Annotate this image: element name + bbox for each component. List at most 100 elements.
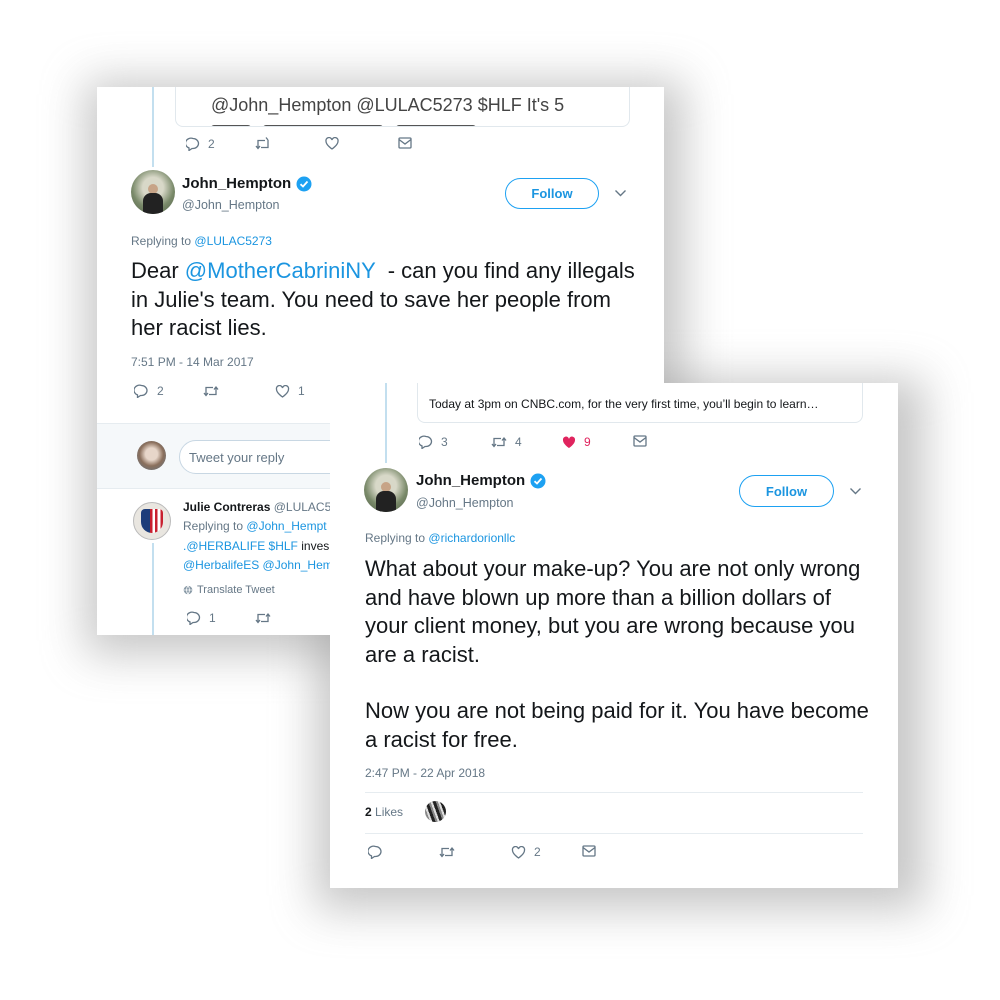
replying-to: Replying to @richardorionllc: [365, 531, 515, 545]
follow-button[interactable]: Follow: [739, 475, 834, 507]
quoted-tweet[interactable]: @John_Hempton @LULAC5273 $HLF It's 5: [175, 87, 630, 127]
tweet-timestamp[interactable]: 2:47 PM - 22 Apr 2018: [365, 766, 485, 780]
reply-icon: [368, 845, 382, 859]
replying-to-label: Replying to: [131, 234, 192, 248]
quoted-tweet-text: @John_Hempton @LULAC5273 $HLF It's 5: [211, 95, 565, 115]
thread-line: [152, 87, 154, 167]
tweet-card-2018: Today at 3pm on CNBC.com, for the very f…: [330, 383, 898, 888]
translate-tweet-label: Translate Tweet: [197, 584, 275, 596]
retweet-icon: [439, 846, 455, 858]
heart-icon: [511, 845, 526, 859]
verified-badge-icon: [296, 176, 312, 191]
author-name-row: John_Hempton: [182, 175, 312, 192]
like-count: 2: [534, 845, 541, 859]
reply-button[interactable]: 3: [419, 435, 448, 449]
retweet-button[interactable]: 4: [491, 435, 522, 449]
like-button[interactable]: 2: [511, 845, 541, 859]
reply-icon: [186, 137, 200, 151]
reply-button[interactable]: [368, 845, 383, 859]
reply-count: 1: [209, 611, 216, 625]
like-button[interactable]: [325, 137, 339, 150]
tweet-text-paragraph-2: Now you are not being paid for it. You h…: [365, 698, 869, 752]
retweet-count: 4: [515, 435, 522, 449]
reply-actions: 1: [187, 611, 287, 633]
author-handle: @John_Hempton: [182, 198, 280, 212]
direct-message-button[interactable]: [582, 845, 596, 857]
liker-avatar[interactable]: [425, 801, 446, 822]
retweet-button[interactable]: [439, 845, 455, 859]
retweet-button[interactable]: [255, 611, 271, 625]
reply-author-name[interactable]: Julie Contreras: [183, 500, 270, 514]
author-name[interactable]: John_Hempton: [182, 175, 291, 192]
quoted-tweet[interactable]: Today at 3pm on CNBC.com, for the very f…: [417, 383, 863, 423]
reply-button[interactable]: 1: [187, 611, 216, 625]
thread-line: [385, 383, 387, 463]
author-avatar[interactable]: [364, 468, 408, 512]
tweet-timestamp[interactable]: 7:51 PM - 14 Mar 2017: [131, 355, 254, 369]
author-avatar[interactable]: [131, 170, 175, 214]
reply-author-avatar[interactable]: [133, 502, 171, 540]
reply-text-line1: .@HERBALIFE $HLF inves: [183, 539, 329, 553]
likes-label: Likes: [375, 805, 404, 819]
follow-button[interactable]: Follow: [505, 178, 599, 209]
globe-icon: [183, 585, 193, 595]
reply-button[interactable]: 2: [186, 137, 215, 151]
reply-count: 2: [157, 384, 164, 398]
likes-summary[interactable]: 2 Likes: [365, 805, 403, 819]
chevron-down-icon[interactable]: [849, 487, 862, 495]
reply-icon: [419, 435, 433, 449]
thread-line: [152, 543, 154, 635]
retweet-icon: [255, 612, 271, 624]
reply-button[interactable]: 2: [134, 384, 164, 398]
divider: [365, 792, 863, 793]
replying-to: Replying to @LULAC5273: [131, 234, 272, 248]
envelope-icon: [582, 845, 596, 857]
reply-replying-to: Replying to @John_Hempt: [183, 519, 327, 533]
divider: [365, 833, 863, 834]
retweet-button[interactable]: [255, 137, 271, 151]
mention-link[interactable]: @MotherCabriniNY: [185, 258, 376, 283]
like-button[interactable]: 9: [562, 435, 591, 449]
author-name[interactable]: John_Hempton: [416, 472, 525, 489]
reply-icon: [134, 384, 148, 398]
envelope-icon: [398, 137, 412, 149]
like-count: 9: [584, 435, 591, 449]
heart-filled-icon: [562, 436, 576, 448]
envelope-icon: [633, 435, 647, 447]
reply-count: 2: [208, 137, 215, 151]
quoted-tweet-clipped-line: [211, 117, 541, 126]
author-handle: @John_Hempton: [416, 496, 514, 510]
reply-text-rest: inves: [297, 539, 330, 553]
direct-message-button[interactable]: [398, 137, 412, 149]
quoted-tweet-text: Today at 3pm on CNBC.com, for the very f…: [429, 397, 819, 411]
reply-replying-to-label: Replying to: [183, 519, 244, 533]
tweet-text-paragraph-1: What about your make-up? You are not onl…: [365, 556, 861, 667]
replying-to-label: Replying to: [365, 531, 426, 545]
reply-text-line2[interactable]: @HerbalifeES @John_Hem: [183, 558, 333, 572]
retweet-button[interactable]: [203, 384, 219, 398]
current-user-avatar: [137, 441, 166, 470]
reply-author: Julie Contreras @LULAC5: [183, 500, 331, 514]
reply-icon: [187, 611, 201, 625]
quoted-tweet-actions: 2: [186, 137, 426, 159]
tweet-text: Dear @MotherCabriniNY - can you find any…: [131, 257, 641, 343]
replying-to-handle[interactable]: @LULAC5273: [194, 234, 272, 248]
retweet-icon: [255, 137, 269, 150]
retweet-icon: [203, 385, 219, 397]
reply-replying-to-handle[interactable]: @John_Hempt: [246, 519, 326, 533]
reply-author-handle: @LULAC5: [273, 500, 332, 514]
retweet-icon: [491, 436, 507, 448]
reply-count: 3: [441, 435, 448, 449]
author-name-row: John_Hempton: [416, 472, 546, 489]
reply-mention-link[interactable]: .@HERBALIFE $HLF: [183, 539, 298, 553]
translate-tweet-link[interactable]: Translate Tweet: [183, 584, 275, 596]
direct-message-button[interactable]: [633, 435, 647, 447]
quoted-tweet-actions: 3 4 9: [419, 435, 659, 457]
heart-icon: [275, 384, 290, 398]
heart-icon: [325, 137, 339, 150]
like-button[interactable]: 1: [275, 384, 305, 398]
chevron-down-icon[interactable]: [614, 189, 627, 197]
tweet-text-greeting: Dear: [131, 258, 185, 283]
replying-to-handle[interactable]: @richardorionllc: [428, 531, 515, 545]
likes-count: 2: [365, 805, 372, 819]
